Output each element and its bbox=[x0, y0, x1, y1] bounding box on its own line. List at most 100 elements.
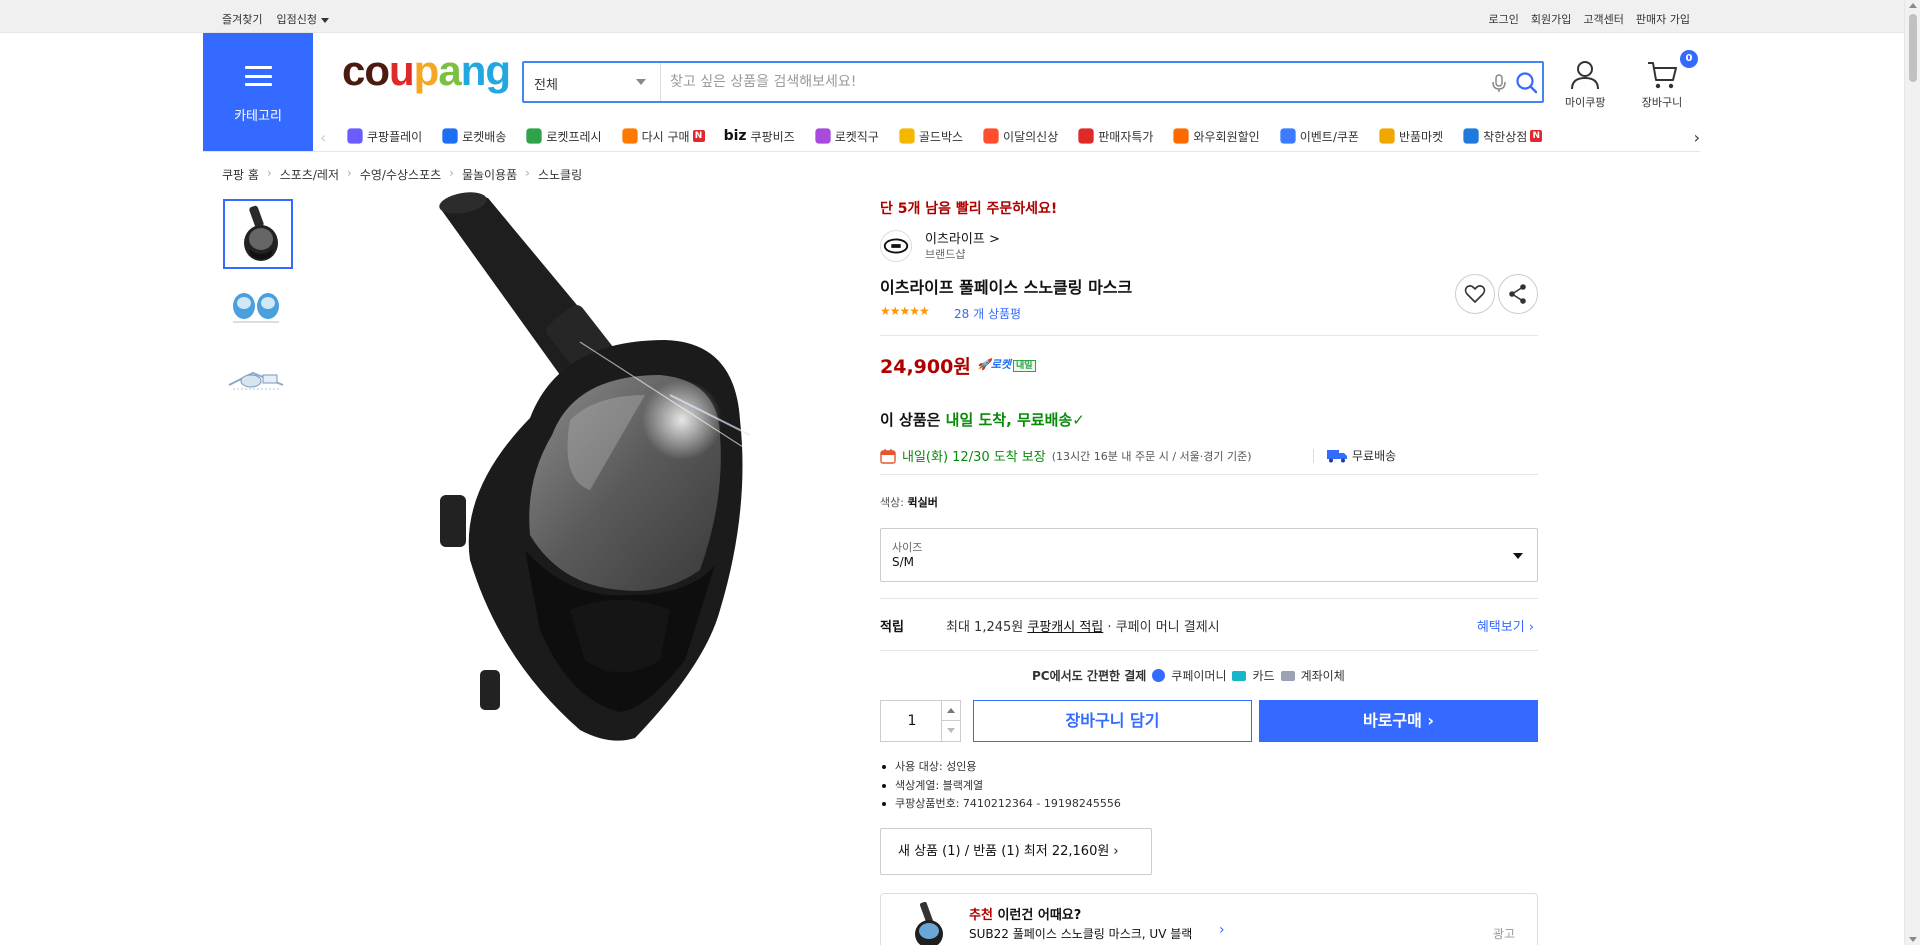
spec-item: 색상계열: 블랙계열 bbox=[880, 777, 1121, 796]
nav-item-label: 반품마켓 bbox=[1398, 129, 1444, 144]
scroll-down-icon[interactable] bbox=[1909, 937, 1917, 942]
nav-item-rocket[interactable]: 로켓배송 bbox=[441, 127, 506, 145]
size-select[interactable]: 사이즈 S/M bbox=[880, 528, 1538, 582]
search-scope-select[interactable]: 전체 bbox=[524, 63, 661, 101]
calendar-icon bbox=[880, 448, 896, 464]
mypage-button[interactable]: 마이쿠팡 bbox=[1565, 59, 1605, 110]
divider bbox=[1313, 448, 1314, 463]
product-thumbnail-2[interactable] bbox=[223, 272, 293, 342]
nav-prev-icon[interactable]: ‹ bbox=[320, 128, 326, 147]
logo-letter: u bbox=[389, 47, 415, 94]
chevron-down-icon bbox=[636, 79, 646, 85]
vertical-scrollbar[interactable] bbox=[1904, 0, 1920, 945]
benefits-link[interactable]: 혜택보기 › bbox=[1477, 616, 1534, 635]
product-thumbnail-1[interactable] bbox=[223, 199, 293, 269]
nav-item-biz[interactable]: biz 쿠팡비즈 bbox=[724, 127, 795, 145]
points-text-2: · 쿠페이 머니 결제시 bbox=[1103, 620, 1220, 635]
nav-item-wow[interactable]: 와우회원할인 bbox=[1172, 127, 1260, 145]
breadcrumb: 쿠팡 홈 › 스포츠/레저 › 수영/수상스포츠 › 물놀이용품 › 스노클링 bbox=[222, 166, 582, 183]
bank-transfer-icon bbox=[1280, 670, 1295, 681]
snorkel-mask-product-image bbox=[439, 192, 761, 741]
brand-logo[interactable] bbox=[880, 230, 912, 262]
breadcrumb-item[interactable]: 수영/수상스포츠 bbox=[360, 166, 441, 183]
breadcrumb-item[interactable]: 쿠팡 홈 bbox=[222, 166, 259, 183]
quantity-stepper bbox=[880, 700, 961, 742]
search-input[interactable] bbox=[670, 69, 1470, 95]
chevron-right-icon: > bbox=[988, 232, 1000, 247]
payment-methods: PC에서도 간편한 결제 쿠페이머니 카드 계좌이체 bbox=[1032, 667, 1345, 684]
card-icon bbox=[1232, 670, 1247, 681]
nav-item-return-market[interactable]: 반품마켓 bbox=[1378, 127, 1443, 145]
nav-item-good-store[interactable]: 착한상점 N bbox=[1462, 127, 1543, 145]
spec-item: 쿠팡상품번호: 7410212364 - 19198245556 bbox=[880, 795, 1121, 814]
return-market-icon bbox=[1379, 128, 1395, 144]
favorites-link[interactable]: 즐겨찾기 bbox=[222, 11, 262, 27]
recommendation-box[interactable]: 추천 이런건 어때요? SUB22 풀페이스 스노클링 마스크, UV 블랙 ›… bbox=[880, 893, 1538, 945]
breadcrumb-item[interactable]: 물놀이용품 bbox=[462, 166, 517, 183]
color-key: 색상: bbox=[880, 496, 908, 509]
login-link[interactable]: 로그인 bbox=[1489, 11, 1519, 27]
category-button[interactable]: 카테고리 bbox=[203, 33, 313, 151]
add-to-cart-button[interactable]: 장바구니 담기 bbox=[973, 700, 1252, 742]
scrollbar-thumb[interactable] bbox=[1909, 14, 1917, 82]
support-link[interactable]: 고객센터 bbox=[1583, 11, 1623, 27]
nav-item-seller-deal[interactable]: 판매자특가 bbox=[1077, 127, 1153, 145]
delivery-guarantee: 내일(화) 12/30 도착 보장 (13시간 16분 내 주문 시 / 서울·… bbox=[880, 446, 1252, 465]
rocket-label: 로켓 bbox=[990, 358, 1011, 371]
goldbox-icon bbox=[899, 128, 915, 144]
chevron-down-icon bbox=[320, 17, 329, 23]
wishlist-button[interactable] bbox=[1455, 274, 1495, 314]
quantity-decrease-button[interactable] bbox=[941, 721, 960, 741]
scroll-up-icon[interactable] bbox=[1909, 3, 1917, 8]
breadcrumb-item[interactable]: 스노클링 bbox=[538, 166, 582, 183]
nav-item-label: 다시 구매 bbox=[641, 129, 690, 144]
product-thumbnail-3[interactable] bbox=[223, 345, 293, 415]
breadcrumb-separator-icon: › bbox=[266, 166, 272, 180]
spec-list: 사용 대상: 성인용 색상계열: 블랙계열 쿠팡상품번호: 7410212364 -… bbox=[880, 758, 1121, 814]
nav-item-label: 골드박스 bbox=[918, 129, 964, 144]
logo-letter: n bbox=[460, 47, 487, 94]
buy-now-button[interactable]: 바로구매 › bbox=[1259, 700, 1538, 742]
direct-buy-icon bbox=[815, 128, 831, 144]
quantity-input[interactable] bbox=[881, 701, 943, 741]
snorkel-mask-pair-thumbnail-image bbox=[233, 293, 279, 323]
free-shipping-label: 무료배송 bbox=[1352, 449, 1397, 463]
biz-icon: biz bbox=[723, 128, 747, 144]
coupang-cash-link[interactable]: 쿠팡캐시 적립 bbox=[1027, 620, 1103, 635]
cart-icon bbox=[1648, 62, 1677, 89]
quantity-increase-button[interactable] bbox=[941, 701, 960, 721]
microphone-icon[interactable] bbox=[1489, 72, 1509, 94]
brand-link[interactable]: 이츠라이프 > bbox=[925, 228, 1000, 247]
nav-item-goldbox[interactable]: 골드박스 bbox=[898, 127, 963, 145]
snorkel-parts-thumbnail-image bbox=[228, 371, 284, 390]
nav-item-label: 쿠팡플레이 bbox=[367, 129, 423, 144]
arrival-message: 이 상품은 내일 도착, 무료배송✓ bbox=[880, 409, 1085, 430]
chevron-right-icon[interactable]: › bbox=[1219, 922, 1225, 938]
cart-label: 장바구니 bbox=[1641, 96, 1683, 109]
hamburger-icon bbox=[245, 66, 272, 86]
nav-item-play[interactable]: 쿠팡플레이 bbox=[346, 127, 422, 145]
nav-item-direct-buy[interactable]: 로켓직구 bbox=[814, 127, 879, 145]
recommended-item-name: SUB22 풀페이스 스노클링 마스크, UV 블랙 bbox=[969, 927, 1193, 941]
breadcrumb-separator-icon: › bbox=[525, 166, 530, 180]
points-text-1: 최대 1,245원 bbox=[946, 620, 1028, 635]
used-offer-button[interactable]: 새 상품 (1) / 반품 (1) 최저 22,160원 › bbox=[880, 828, 1152, 875]
coupon-icon bbox=[1280, 128, 1296, 144]
arrival-prefix: 이 상품은 bbox=[880, 411, 946, 429]
cart-button[interactable]: 0 장바구니 bbox=[1638, 50, 1698, 110]
nav-item-new[interactable]: 이달의신상 bbox=[982, 127, 1058, 145]
coupang-logo[interactable]: coupang bbox=[342, 47, 511, 94]
seller-signup-link[interactable]: 판매자 가입 bbox=[1636, 11, 1690, 27]
search-icon[interactable] bbox=[1514, 70, 1540, 96]
share-button[interactable] bbox=[1498, 274, 1538, 314]
review-count-link[interactable]: 28 개 상품평 bbox=[954, 305, 1021, 322]
nav-item-coupon[interactable]: 이벤트/쿠폰 bbox=[1279, 127, 1359, 145]
store-apply-link[interactable]: 입점신청 bbox=[276, 11, 329, 27]
signup-link[interactable]: 회원가입 bbox=[1531, 11, 1571, 27]
arrival-highlight: 내일 도착, 무료배송 bbox=[945, 411, 1073, 429]
nav-next-icon[interactable]: › bbox=[1694, 128, 1700, 147]
nav-item-rocket-fresh[interactable]: 로켓프레시 bbox=[525, 127, 602, 145]
breadcrumb-item[interactable]: 스포츠/레저 bbox=[280, 166, 339, 183]
nav-item-rebuy[interactable]: 다시 구매 N bbox=[621, 127, 705, 145]
divider bbox=[203, 151, 1700, 152]
